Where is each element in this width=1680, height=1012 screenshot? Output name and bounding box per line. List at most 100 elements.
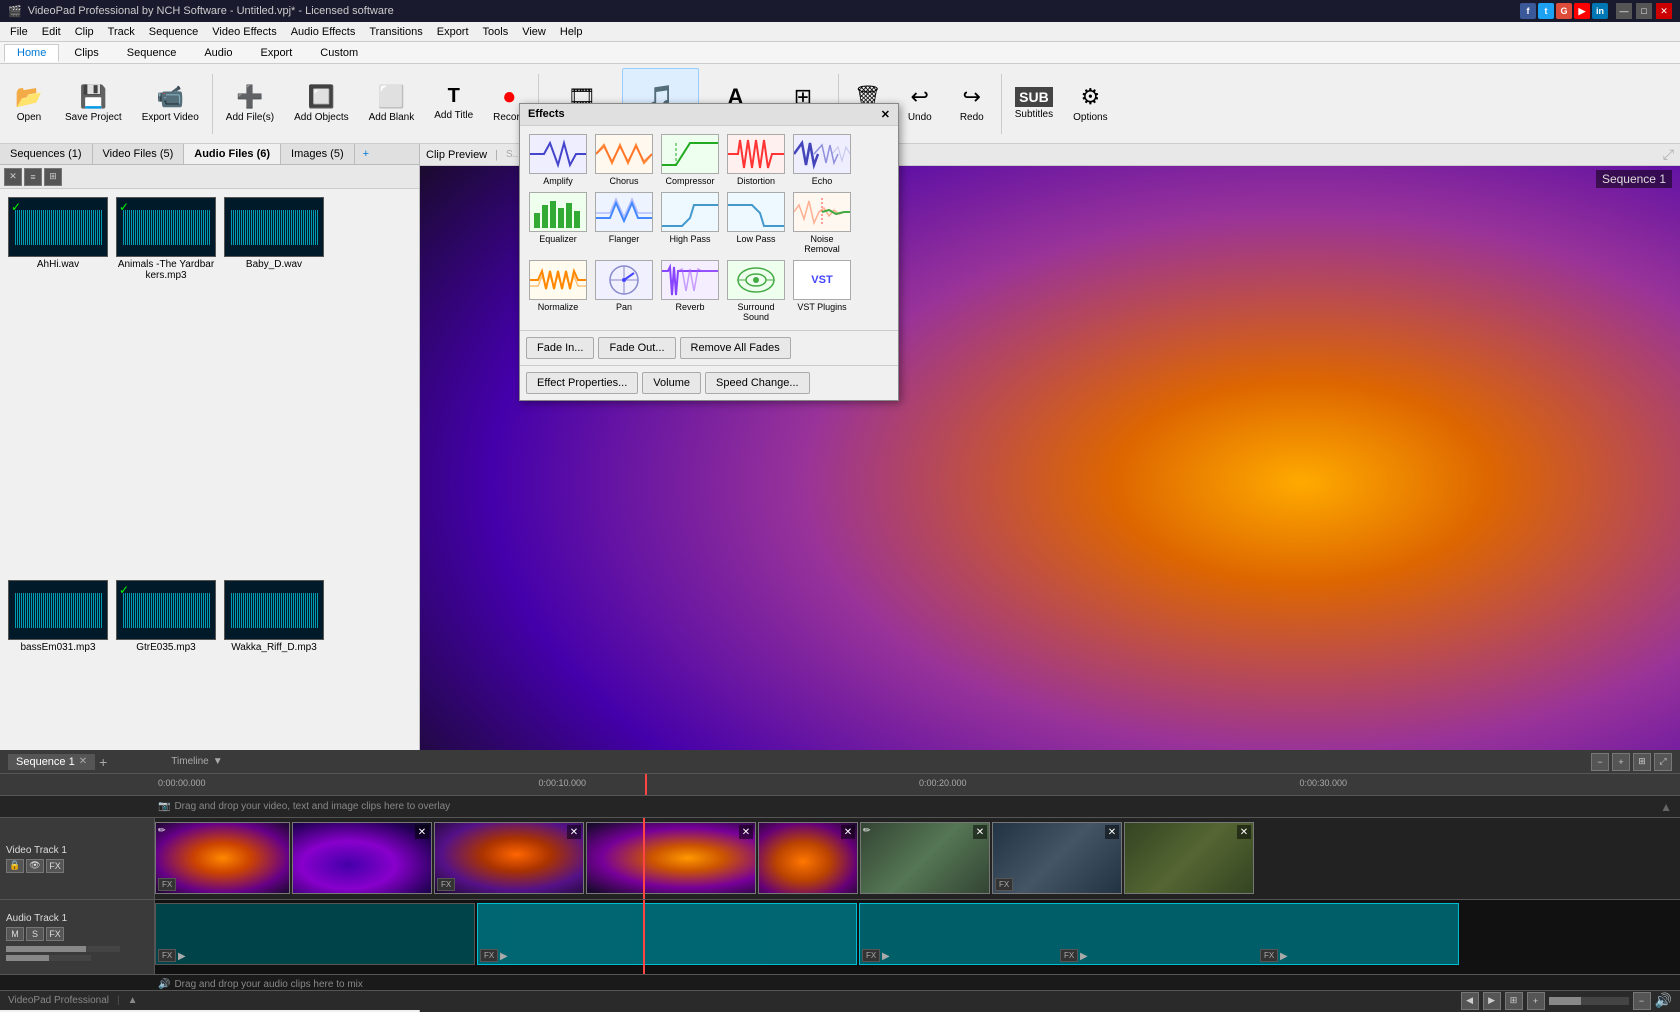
- linkedin-icon[interactable]: in: [1592, 3, 1608, 19]
- menu-video-effects[interactable]: Video Effects: [206, 24, 282, 40]
- menu-file[interactable]: File: [4, 24, 34, 40]
- tab-clips[interactable]: Clips: [61, 44, 111, 62]
- effect-normalize[interactable]: Normalize: [528, 260, 588, 322]
- google-icon[interactable]: G: [1556, 3, 1572, 19]
- audio-solo-button[interactable]: S: [26, 927, 44, 941]
- effect-compressor[interactable]: Compressor: [660, 134, 720, 186]
- tab-sequence[interactable]: Sequence: [114, 44, 190, 62]
- expand-button[interactable]: ⤢: [1654, 753, 1672, 771]
- video-clip-7[interactable]: FX ✕: [992, 822, 1122, 894]
- video-clip-3[interactable]: FX ✕: [434, 822, 584, 894]
- expand-icon[interactable]: ⤢: [1663, 146, 1674, 163]
- add-title-button[interactable]: T Add Title: [425, 68, 482, 140]
- clip-close-icon[interactable]: ✕: [973, 825, 987, 839]
- twitter-icon[interactable]: t: [1538, 3, 1554, 19]
- menu-help[interactable]: Help: [554, 24, 589, 40]
- menu-view[interactable]: View: [516, 24, 552, 40]
- video-clip-5[interactable]: ✕: [758, 822, 858, 894]
- sequence-tab-close[interactable]: ✕: [79, 756, 87, 767]
- clip-close-icon[interactable]: ✕: [1237, 825, 1251, 839]
- audio-clip-2[interactable]: FX ▶: [477, 903, 857, 965]
- add-objects-button[interactable]: 🔲 Add Objects: [285, 68, 357, 140]
- facebook-icon[interactable]: f: [1520, 3, 1536, 19]
- video-clip-4[interactable]: ✕: [586, 822, 756, 894]
- redo-button[interactable]: ↪ Redo: [947, 68, 997, 140]
- volume-button[interactable]: Volume: [642, 372, 701, 394]
- add-blank-button[interactable]: ⬜ Add Blank: [360, 68, 424, 140]
- video-clip-8[interactable]: ✕: [1124, 822, 1254, 894]
- zoom-in-button[interactable]: +: [1612, 753, 1630, 771]
- menu-export[interactable]: Export: [431, 24, 475, 40]
- view-list-btn[interactable]: ≡: [24, 168, 42, 186]
- timeline-dropdown-icon[interactable]: ▼: [213, 756, 223, 767]
- track-fx-button[interactable]: FX: [46, 859, 64, 873]
- subtitles-button[interactable]: SUB Subtitles: [1006, 68, 1062, 140]
- track-eye-button[interactable]: 👁: [26, 859, 44, 873]
- effect-noiseremoval[interactable]: Noise Removal: [792, 192, 852, 254]
- menu-transitions[interactable]: Transitions: [363, 24, 428, 40]
- tab-audio-files[interactable]: Audio Files (6): [184, 144, 281, 164]
- effect-distortion[interactable]: Distortion: [726, 134, 786, 186]
- timeline-zoom-in[interactable]: +: [1527, 992, 1545, 1010]
- timeline-scroll-right[interactable]: ▶: [1483, 992, 1501, 1010]
- tab-sequences[interactable]: Sequences (1): [0, 144, 93, 164]
- window-controls[interactable]: — □ ✕: [1616, 3, 1672, 19]
- volume-slider[interactable]: [6, 946, 120, 952]
- clip-close-icon[interactable]: ✕: [567, 825, 581, 839]
- close-button[interactable]: ✕: [1656, 3, 1672, 19]
- video-clip-1[interactable]: FX ✏: [155, 822, 290, 894]
- zoom-out-button[interactable]: −: [1591, 753, 1609, 771]
- list-item[interactable]: ✓ AhHi.wav: [8, 197, 108, 572]
- audio-fx-button[interactable]: FX: [46, 927, 64, 941]
- fade-in-button[interactable]: Fade In...: [526, 337, 594, 359]
- view-delete-btn[interactable]: ✕: [4, 168, 22, 186]
- sequence-tab[interactable]: Sequence 1 ✕: [8, 754, 95, 770]
- add-panel-button[interactable]: +: [355, 144, 377, 164]
- speed-change-button[interactable]: Speed Change...: [705, 372, 810, 394]
- effect-flanger[interactable]: Flanger: [594, 192, 654, 254]
- audio-clip-1[interactable]: FX ▶: [155, 903, 475, 965]
- export-video-button[interactable]: 📹 Export Video: [133, 68, 208, 140]
- save-project-button[interactable]: 💾 Save Project: [56, 68, 131, 140]
- clip-close-icon[interactable]: ✕: [1105, 825, 1119, 839]
- effects-close-icon[interactable]: ✕: [881, 108, 890, 121]
- timeline-scroll-left[interactable]: ◀: [1461, 992, 1479, 1010]
- maximize-button[interactable]: □: [1636, 3, 1652, 19]
- effect-highpass[interactable]: High Pass: [660, 192, 720, 254]
- speaker-icon[interactable]: 🔊: [1655, 992, 1672, 1009]
- menu-clip[interactable]: Clip: [69, 24, 100, 40]
- undo-button[interactable]: ↩ Undo: [895, 68, 945, 140]
- effect-equalizer[interactable]: Equalizer: [528, 192, 588, 254]
- effect-echo[interactable]: Echo: [792, 134, 852, 186]
- effect-pan[interactable]: Pan: [594, 260, 654, 322]
- tab-audio[interactable]: Audio: [191, 44, 245, 62]
- menu-tools[interactable]: Tools: [477, 24, 515, 40]
- pan-slider[interactable]: [6, 955, 91, 961]
- audio-mute-button[interactable]: M: [6, 927, 24, 941]
- add-files-button[interactable]: ➕ Add File(s): [217, 68, 283, 140]
- fit-button[interactable]: ⊞: [1633, 753, 1651, 771]
- timeline-zoom-out[interactable]: −: [1633, 992, 1651, 1010]
- menu-sequence[interactable]: Sequence: [143, 24, 205, 40]
- options-button[interactable]: ⚙ Options: [1064, 68, 1116, 140]
- scroll-up-icon[interactable]: ▲: [1660, 800, 1672, 814]
- effect-vst[interactable]: VST VST Plugins: [792, 260, 852, 322]
- effect-chorus[interactable]: Chorus: [594, 134, 654, 186]
- minimize-button[interactable]: —: [1616, 3, 1632, 19]
- audio-clip-3[interactable]: FX ▶ FX ▶ FX ▶: [859, 903, 1459, 965]
- video-clip-2[interactable]: ✕: [292, 822, 432, 894]
- track-lock-button[interactable]: 🔒: [6, 859, 24, 873]
- view-grid-btn[interactable]: ⊞: [44, 168, 62, 186]
- menu-audio-effects[interactable]: Audio Effects: [285, 24, 362, 40]
- video-clip-6[interactable]: ✏ ✕: [860, 822, 990, 894]
- tab-video-files[interactable]: Video Files (5): [93, 144, 185, 164]
- menu-track[interactable]: Track: [102, 24, 141, 40]
- list-item[interactable]: Baby_D.wav: [224, 197, 324, 572]
- clip-close-icon[interactable]: ✕: [739, 825, 753, 839]
- fade-out-button[interactable]: Fade Out...: [598, 337, 675, 359]
- zoom-slider[interactable]: [1549, 997, 1629, 1005]
- list-item[interactable]: ✓ Animals -The Yardbarkers.mp3: [116, 197, 216, 572]
- effect-surround[interactable]: Surround Sound: [726, 260, 786, 322]
- menu-edit[interactable]: Edit: [36, 24, 67, 40]
- effect-amplify[interactable]: Amplify: [528, 134, 588, 186]
